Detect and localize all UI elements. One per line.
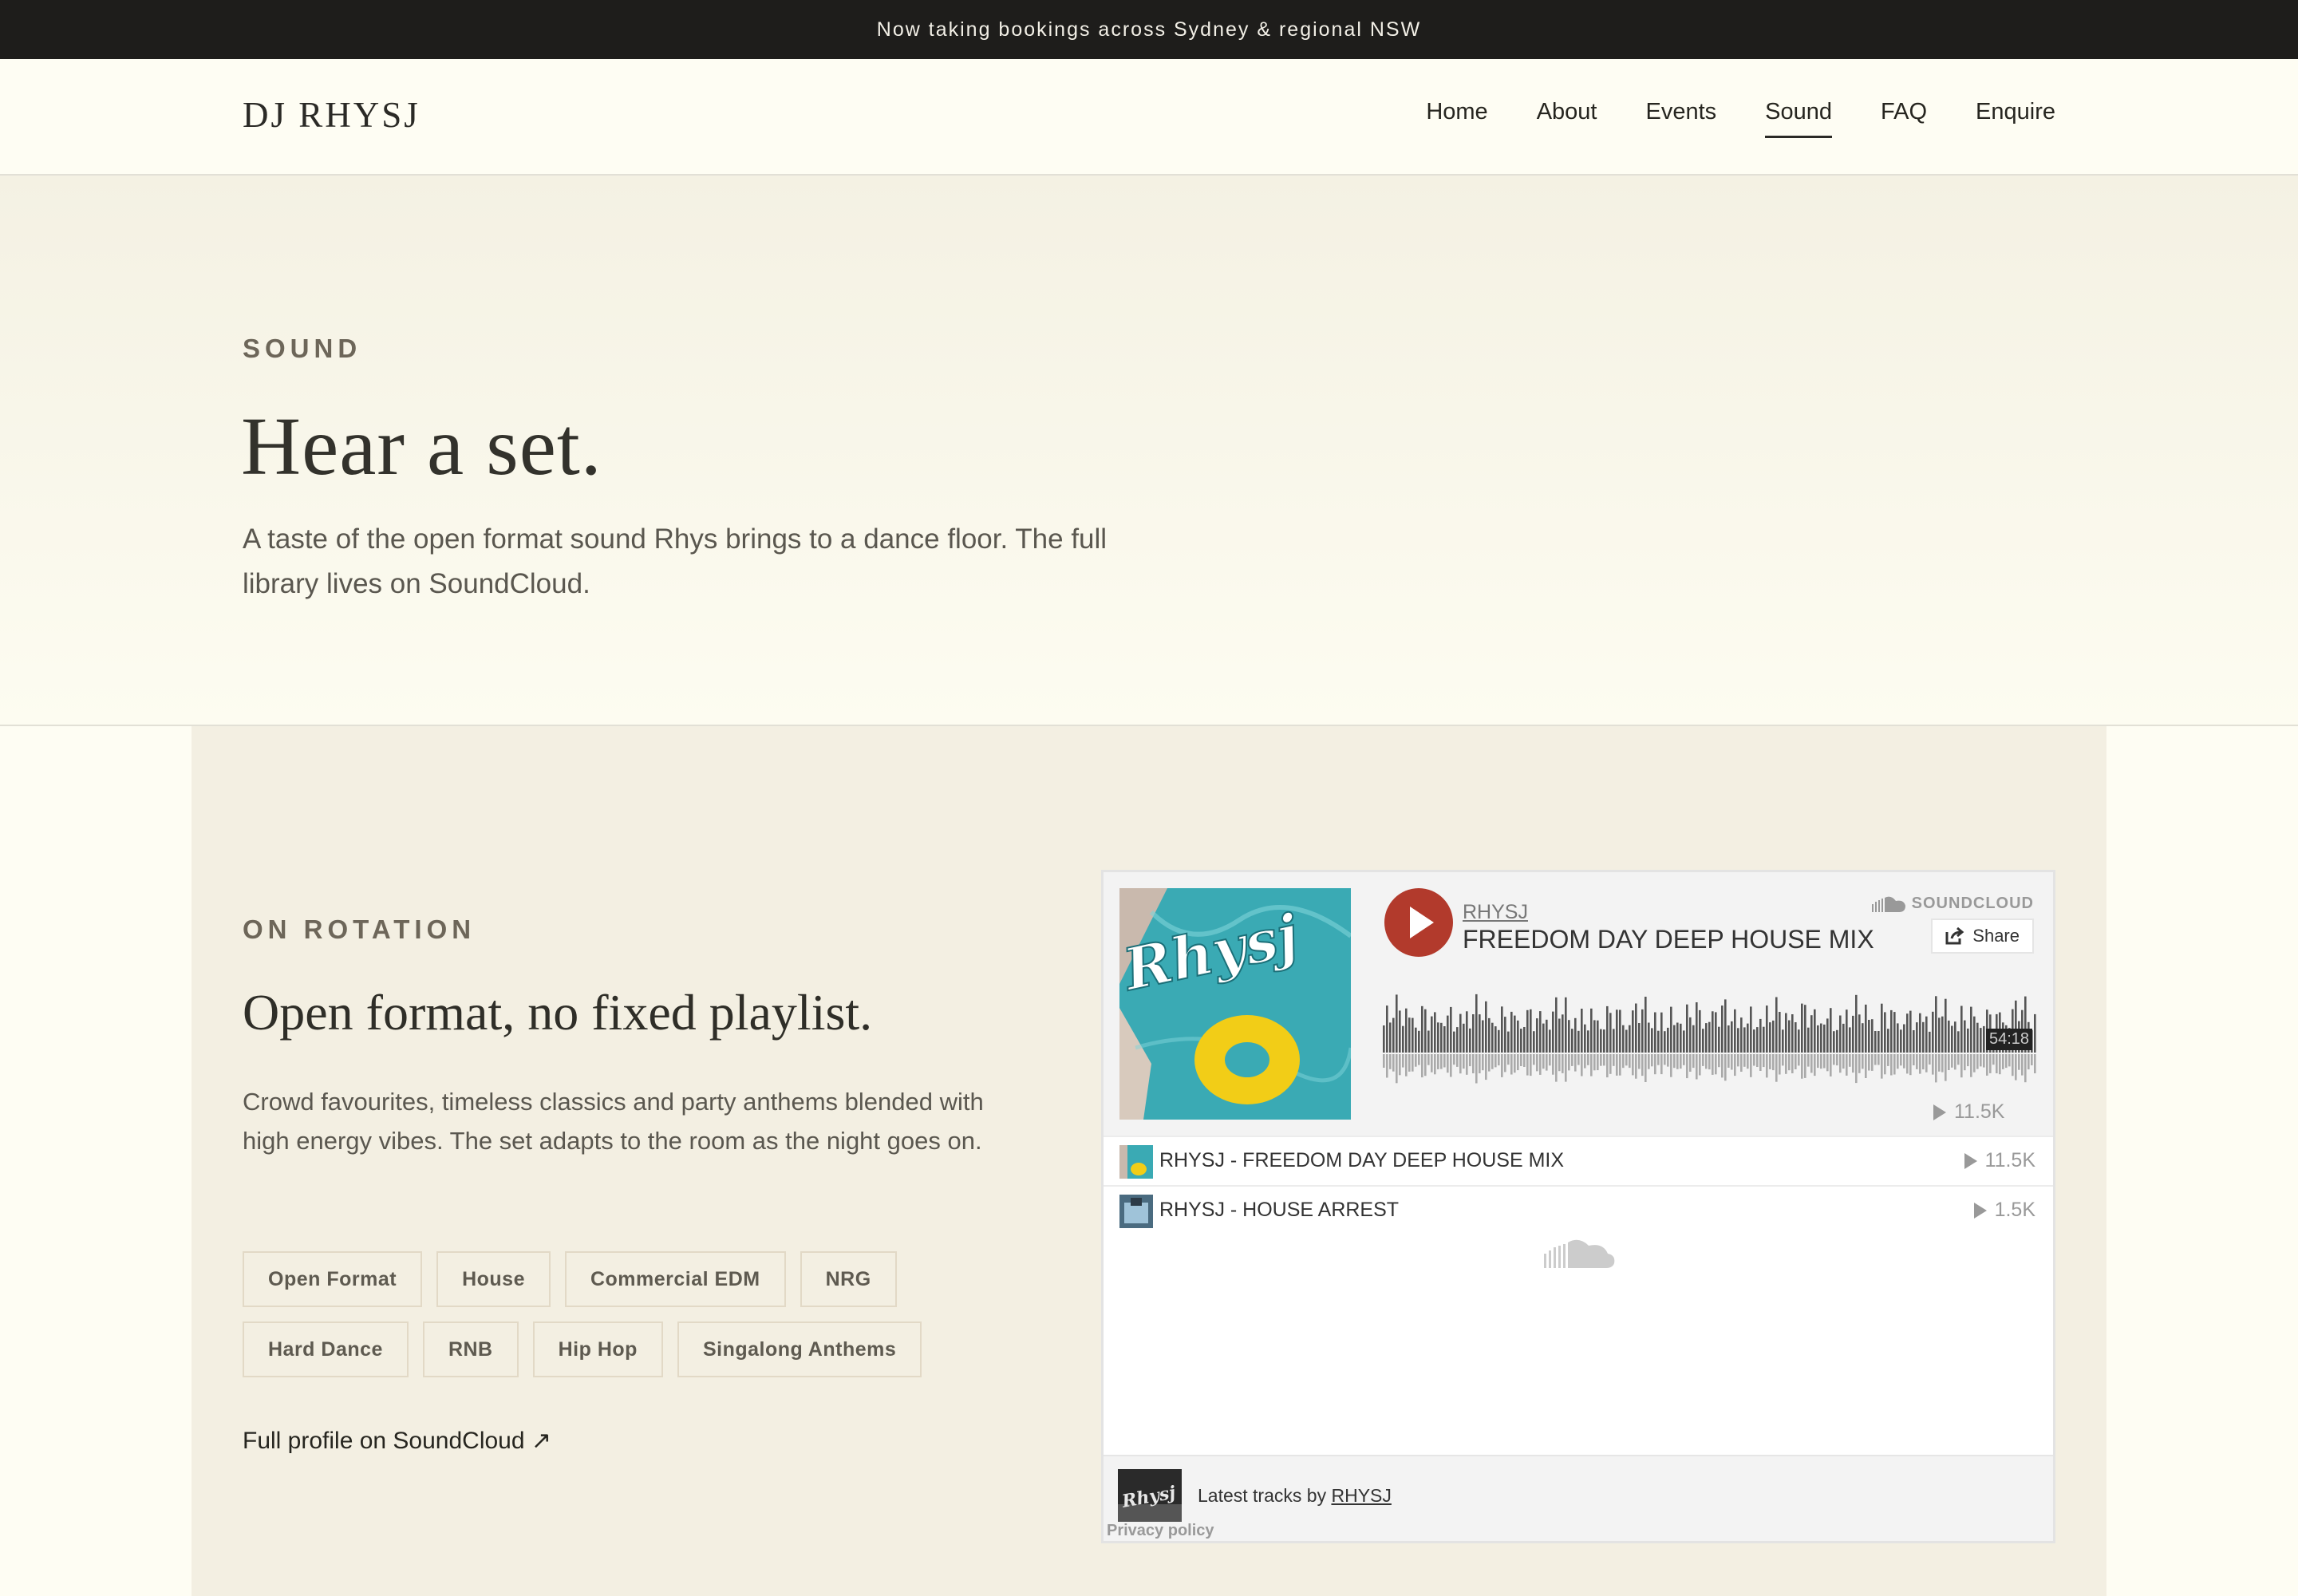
genre-tag: Hard Dance (243, 1321, 409, 1377)
genre-tag: House (436, 1251, 551, 1307)
latest-prefix: Latest tracks by (1198, 1485, 1327, 1506)
waveform[interactable] (1383, 982, 2037, 1089)
play-count-icon (1964, 1152, 1977, 1169)
track-name: RHYSJ - FREEDOM DAY DEEP HOUSE MIX (1159, 1149, 1565, 1171)
nav-enquire[interactable]: Enquire (1976, 99, 2055, 138)
genre-tag: Open Format (243, 1251, 423, 1307)
play-count-icon (1933, 1104, 1946, 1120)
site-header: DJ RHYSJ Home About Events Sound FAQ Enq… (0, 59, 2298, 176)
track-row[interactable]: RHYSJ - HOUSE ARREST 1.5K (1104, 1185, 2053, 1235)
rotation-title: Open format, no fixed playlist. (243, 984, 873, 1041)
genre-tag: Singalong Anthems (677, 1321, 922, 1377)
nav-sound[interactable]: Sound (1765, 99, 1832, 138)
track-artwork[interactable]: Rhysj (1119, 888, 1351, 1120)
genre-tag: NRG (800, 1251, 897, 1307)
track-name: RHYSJ - HOUSE ARREST (1159, 1199, 1400, 1221)
rotation-section: ON ROTATION Open format, no fixed playli… (192, 726, 2106, 1596)
genre-tags: Open Format House Commercial EDM NRG Har… (243, 1251, 961, 1392)
track-plays-value: 11.5K (1984, 1149, 2035, 1171)
rotation-description: Crowd favourites, timeless classics and … (243, 1088, 984, 1155)
track-title[interactable]: FREEDOM DAY DEEP HOUSE MIX (1463, 925, 1874, 954)
hero-eyebrow: SOUND (243, 334, 362, 363)
nav-about[interactable]: About (1537, 99, 1597, 138)
track-thumb (1119, 1195, 1153, 1228)
soundcloud-brand-text: SOUNDCLOUD (1911, 895, 2034, 912)
site-logo[interactable]: DJ RHYSJ (243, 94, 421, 136)
latest-user-link[interactable]: RHYSJ (1331, 1485, 1391, 1506)
soundcloud-widget: Rhysj RHYSJ FREEDOM DAY DEEP HOUSE MIX S… (1101, 870, 2055, 1543)
share-button[interactable]: Share (1931, 918, 2034, 954)
privacy-policy-link[interactable]: Privacy policy (1107, 1522, 1214, 1540)
hero-description: A taste of the open format sound Rhys br… (243, 523, 1108, 599)
genre-tag: Hip Hop (532, 1321, 663, 1377)
track-plays: 11.5K (1964, 1149, 2035, 1172)
loading-cloud-icon (1544, 1239, 1615, 1268)
soundcloud-profile-link[interactable]: Full profile on SoundCloud ↗ (243, 1427, 551, 1455)
genre-tag: RNB (422, 1321, 519, 1377)
play-count: 11.5K (1933, 1100, 2004, 1124)
share-icon (1945, 927, 1964, 945)
hero-section: SOUND Hear a set. A taste of the open fo… (0, 176, 2298, 726)
play-count-icon (1973, 1202, 1987, 1219)
main-nav: Home About Events Sound FAQ Enquire (1377, 99, 2055, 138)
track-thumb (1119, 1145, 1153, 1179)
rotation-eyebrow: ON ROTATION (243, 915, 476, 944)
page-title: Hear a set. (241, 401, 602, 492)
announcement-text: Now taking bookings across Sydney & regi… (876, 18, 1422, 41)
track-plays: 1.5K (1973, 1199, 2035, 1222)
latest-tracks-text: Latest tracks by RHYSJ (1198, 1485, 1392, 1507)
share-label: Share (1972, 926, 2020, 946)
track-plays-value: 1.5K (1994, 1199, 2035, 1221)
nav-faq[interactable]: FAQ (1881, 99, 1927, 138)
widget-footer: Rhysj Latest tracks by RHYSJ Privacy pol… (1104, 1455, 2053, 1541)
genre-tag: Commercial EDM (564, 1251, 786, 1307)
widget-player: Rhysj RHYSJ FREEDOM DAY DEEP HOUSE MIX S… (1104, 872, 2053, 1136)
profile-avatar[interactable]: Rhysj (1118, 1469, 1182, 1522)
play-button[interactable] (1384, 888, 1453, 957)
track-row[interactable]: RHYSJ - FREEDOM DAY DEEP HOUSE MIX 11.5K (1104, 1136, 2053, 1185)
soundcloud-icon (1871, 896, 1905, 912)
track-user[interactable]: RHYSJ (1463, 901, 1528, 924)
nav-home[interactable]: Home (1426, 99, 1487, 138)
soundcloud-logo[interactable]: SOUNDCLOUD (1871, 895, 2034, 913)
announcement-bar: Now taking bookings across Sydney & regi… (0, 0, 2298, 59)
nav-events[interactable]: Events (1645, 99, 1716, 138)
track-duration: 54:18 (1986, 1029, 2033, 1050)
play-count-value: 11.5K (1954, 1100, 2005, 1123)
